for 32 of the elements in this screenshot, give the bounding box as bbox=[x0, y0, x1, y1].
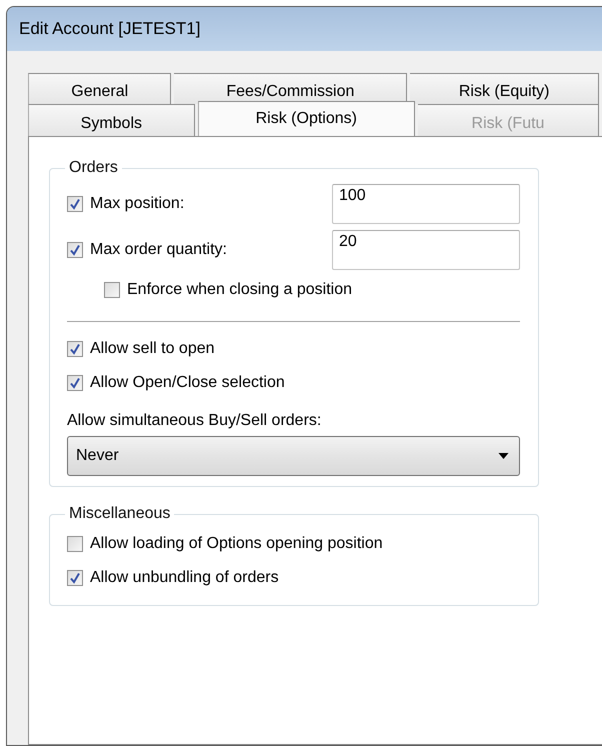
tab[interactable]: Symbols bbox=[28, 104, 195, 136]
checkbox-label: Allow sell to open bbox=[90, 340, 215, 358]
checkbox[interactable] bbox=[67, 375, 83, 391]
tab[interactable]: General bbox=[28, 73, 172, 104]
input-field[interactable]: 20 bbox=[332, 230, 520, 270]
checkmark-icon bbox=[69, 572, 81, 584]
caret-icon bbox=[498, 453, 509, 459]
checkmark-icon bbox=[69, 377, 81, 389]
checkbox-label: Enforce when closing a position bbox=[127, 281, 352, 299]
checkbox-label: Max order quantity: bbox=[90, 241, 227, 259]
checkbox-label: Max position: bbox=[90, 195, 184, 213]
checkmark-icon bbox=[69, 244, 81, 256]
checkbox-label: Allow Open/Close selection bbox=[90, 374, 285, 392]
tab[interactable]: Risk (Equity) bbox=[410, 73, 599, 104]
checkmark-icon bbox=[69, 198, 81, 210]
checkbox[interactable] bbox=[67, 242, 83, 258]
tab[interactable]: Risk (Options) bbox=[198, 101, 415, 136]
tab[interactable]: Fees/Commission bbox=[174, 73, 408, 104]
checkbox[interactable] bbox=[67, 536, 83, 552]
checkbox[interactable] bbox=[104, 282, 120, 298]
dropdown[interactable]: Never bbox=[67, 436, 520, 476]
checkbox[interactable] bbox=[67, 196, 83, 212]
group-title: Miscellaneous bbox=[68, 505, 172, 523]
checkbox[interactable] bbox=[67, 341, 83, 357]
checkmark-icon bbox=[69, 343, 81, 355]
checkbox-label: Allow unbundling of orders bbox=[90, 569, 279, 587]
dropdown-label: Allow simultaneous Buy/Sell orders: bbox=[67, 412, 322, 430]
group-title: Orders bbox=[68, 159, 119, 177]
checkbox[interactable] bbox=[67, 570, 83, 586]
window-title: Edit Account [JETEST1] bbox=[19, 19, 200, 39]
input-field[interactable]: 100 bbox=[332, 184, 520, 224]
checkbox-label: Allow loading of Options opening position bbox=[90, 535, 383, 553]
